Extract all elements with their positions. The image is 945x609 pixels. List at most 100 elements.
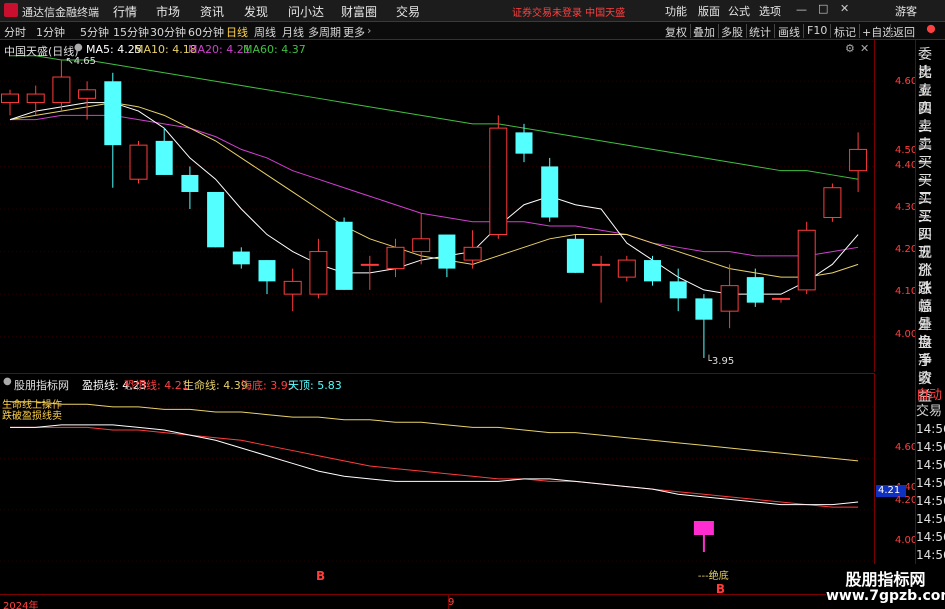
fear-line-label: 恐惧线: 4.21 [124,379,189,392]
watermark-title: 股朋指标网 [845,570,926,589]
candle-body-up [26,93,45,104]
toolbar-mark[interactable]: 标记 [834,24,856,40]
candle-body-up [592,263,611,266]
candle-body-up [849,148,868,172]
candle-body-up [386,246,405,270]
chart-settings-icon[interactable]: ⚙ [845,42,855,55]
ma20-line [10,114,859,257]
side-trade-panel: 自动 交易 [916,388,945,420]
period-timeshare[interactable]: 分时 [4,24,26,40]
period-more[interactable]: 更多 [343,24,365,40]
toolbar-multi-stock[interactable]: 多股 [721,24,743,40]
period-monthly[interactable]: 月线 [282,24,304,40]
candle-body-up [360,263,379,266]
fear-line [10,426,859,508]
abs-bottom-label: ---绝底 [698,569,729,582]
time-axis: 2024年 9 [0,594,945,609]
menu-layout[interactable]: 版面 [698,3,720,19]
menu-discover[interactable]: 发现 [244,3,268,20]
indicator-axis: 4.60 4.40 4.21 4.20 4.00 [876,373,918,594]
indicator-name: 股朋指标网 [14,379,69,392]
side-time: 14:56 [916,512,945,526]
candle-body-up [720,285,739,312]
watermark-url: www.7gpzb.com [826,588,945,604]
ma10-line [9,102,859,278]
menu-market[interactable]: 市场 [156,3,180,20]
toolbar-back[interactable]: 返回 [893,24,915,40]
side-time: 14:56 [916,422,945,436]
period-multi[interactable]: 多周期 [308,24,341,40]
candle-body-down [695,298,713,320]
candle-body-up [129,144,148,180]
indicator-chart[interactable]: ---绝底BB [0,374,875,596]
menu-ask[interactable]: 问小达 [288,3,324,20]
profit-line [10,424,859,506]
period-1min[interactable]: 1分钟 [36,24,65,40]
trade-label[interactable]: 交易 [916,404,945,420]
candle-body-up [412,238,431,253]
price-axis: 4.60 4.50 4.40 4.30 4.20 4.10 4.00 [876,40,918,372]
menu-quotes[interactable]: 行情 [113,3,137,20]
candle-body-up [283,280,302,295]
axis-label: 4.60 [895,442,918,453]
candle-body-up [463,246,482,261]
price-chart-panel[interactable]: ↖4.65 └3.95 中国天盛(日线) ● MA5: 4.25 MA10: 4.… [0,40,875,372]
period-daily[interactable]: 日线 [226,24,248,40]
toolbar-draw-line[interactable]: 画线 [778,24,800,40]
maximize-icon[interactable]: □ [818,2,828,15]
candle-body-down [258,260,276,282]
candle-body-up [489,127,508,236]
candle-body-up [78,89,97,99]
security-title: 中国天盛(日线) [4,45,79,58]
indicator-settings-icon[interactable]: ● [3,376,12,387]
candle-body-down [181,174,199,192]
candle-body-down [104,81,122,146]
side-time-list: 14:56 14:56 14:56 14:56 14:56 14:56 14:56 14:56 [916,420,945,564]
candle-body-down [669,281,687,299]
menu-wealth[interactable]: 财富圈 [341,3,377,20]
menu-formula[interactable]: 公式 [728,3,750,19]
menu-bar: 通达信金融终端 行情 市场 资讯 发现 问小达 财富圈 交易 证券交易未登录 中… [0,0,945,22]
settings-circle-icon[interactable]: ● [74,42,83,53]
toolbar-statistics[interactable]: 统计 [749,24,771,40]
toolbar-overlay[interactable]: 叠加 [693,24,715,40]
life-line [10,401,859,462]
buy-marker: B [316,569,325,583]
period-weekly[interactable]: 周线 [254,24,276,40]
auto-trade-label[interactable]: 自动 [916,388,945,404]
candle-body-down [207,191,225,248]
period-60min[interactable]: 60分钟 [188,24,224,40]
candle-body-up [52,76,71,104]
toolbar-restore-rights[interactable]: 复权 [665,24,687,40]
close-icon[interactable]: ✕ [840,2,849,15]
candle-body-down [438,234,456,269]
low-price-label: └3.95 [706,354,734,367]
candle-body-down [644,260,661,282]
axis-label: 4.00 [895,329,918,340]
toolbar-add-watchlist[interactable]: +自选 [862,24,893,40]
guest-user[interactable]: 游客 [895,3,917,19]
indicator-panel[interactable]: ---绝底 B B ● 股朋指标网 盈损线: 4.23 恐惧线: 4.21 生命线:… [0,373,875,596]
toolbar-f10[interactable]: F10 [807,24,827,37]
menu-options[interactable]: 选项 [759,3,781,19]
menu-news[interactable]: 资讯 [200,3,224,20]
bottom-signal-marker [693,521,714,535]
period-15min[interactable]: 15分钟 [113,24,149,40]
chevron-right-icon[interactable]: › [367,24,371,37]
candlestick-chart[interactable]: ↖4.65└3.95 [0,40,875,372]
period-5min[interactable]: 5分钟 [80,24,109,40]
period-30min[interactable]: 30分钟 [150,24,186,40]
top-label: 天顶: 5.83 [288,379,342,392]
candle-body-down [232,251,250,265]
minimize-icon[interactable]: — [796,3,807,16]
candle-body-down [335,221,353,290]
menu-functions[interactable]: 功能 [665,3,687,19]
app-title: 通达信金融终端 [22,6,99,19]
menu-trade[interactable]: 交易 [396,3,420,20]
axis-label: 4.20 [895,495,918,506]
side-time: 14:56 [916,440,945,454]
axis-label: 4.10 [895,286,918,297]
side-time: 14:56 [916,548,945,562]
chart-close-icon[interactable]: ✕ [860,42,869,55]
axis-label: 4.50 [895,145,918,156]
